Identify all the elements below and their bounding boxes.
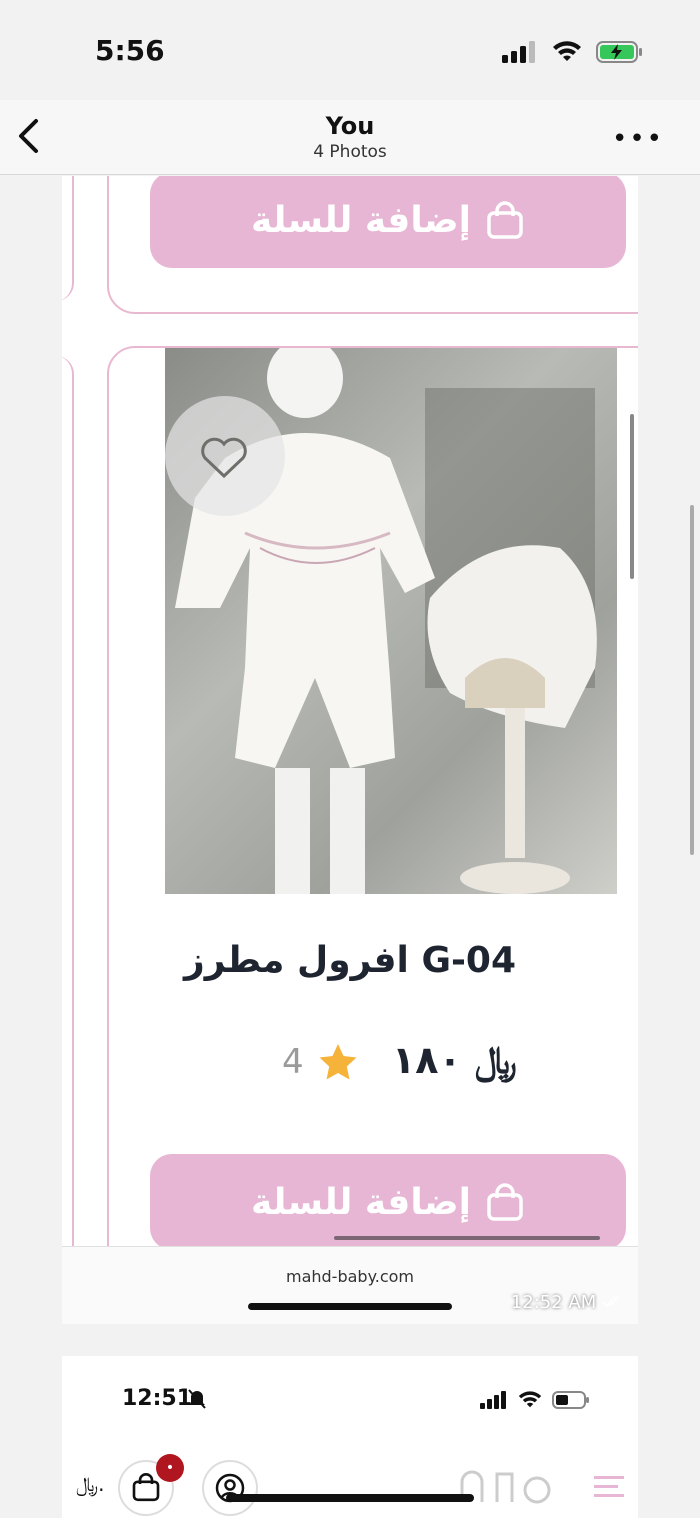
card-edge-left <box>62 356 74 1324</box>
photo-viewer-navbar: You 4 Photos ••• <box>0 100 700 175</box>
currency-symbol: ﷼ <box>474 1038 517 1082</box>
card-edge-left <box>62 176 74 301</box>
message-timestamp: 12:52 AM <box>511 1292 624 1313</box>
shopping-bag-icon <box>487 201 523 239</box>
status-bar: 5:56 <box>0 0 700 100</box>
home-indicator <box>248 1303 452 1310</box>
price-value: ١٨٠ <box>392 1038 462 1082</box>
price-rating-row: 4 ﷼ ١٨٠ <box>62 1036 638 1086</box>
photo2-status-icons <box>480 1390 590 1410</box>
app-header-bar: ﷼. • <box>72 1448 628 1518</box>
home-indicator <box>226 1494 474 1502</box>
product-image[interactable] <box>165 348 617 894</box>
url-text: mahd-baby.com <box>285 1267 415 1286</box>
account-button[interactable] <box>202 1460 258 1516</box>
wifi-icon <box>518 1391 542 1408</box>
product-price: ﷼ ١٨٠ <box>392 1038 517 1083</box>
cellular-signal-icon <box>502 41 535 63</box>
mute-bell-icon <box>188 1389 206 1409</box>
add-to-cart-button[interactable]: إضافة للسلة <box>150 176 626 268</box>
heart-icon[interactable] <box>199 436 249 480</box>
battery-icon <box>552 1391 589 1409</box>
shopping-bag-icon <box>487 1183 523 1221</box>
menu-icon[interactable] <box>592 1472 628 1502</box>
status-icons <box>502 40 644 64</box>
cellular-signal-icon <box>480 1391 506 1409</box>
star-icon <box>319 1044 357 1080</box>
shopping-bag-icon <box>132 1472 160 1502</box>
page-scroll-indicator <box>690 505 694 855</box>
nav-subtitle: 4 Photos <box>313 142 387 162</box>
wifi-icon <box>553 41 581 61</box>
double-check-icon <box>602 1295 620 1308</box>
cart-button[interactable]: • <box>118 1454 184 1516</box>
add-to-cart-label: إضافة للسلة <box>251 199 471 241</box>
shared-photo[interactable]: إضافة للسلة افرول مطرز G-04 4 ﷼ ١٨٠ إضاف… <box>62 176 638 1324</box>
product-name[interactable]: افرول مطرز G-04 <box>62 940 638 981</box>
battery-charging-icon <box>596 41 642 63</box>
more-options-icon[interactable]: ••• <box>612 124 664 154</box>
scroll-indicator <box>334 1236 600 1240</box>
nav-title: You <box>325 112 375 140</box>
brand-logo <box>460 1470 551 1504</box>
add-to-cart-label: إضافة للسلة <box>251 1181 471 1223</box>
currency-symbol: ﷼. <box>76 1472 105 1496</box>
photo2-status-time: 12:51 <box>122 1386 193 1411</box>
rating-value: 4 <box>282 1042 304 1082</box>
status-time: 5:56 <box>95 34 165 67</box>
cart-badge: • <box>156 1454 184 1482</box>
viewer-scroll-indicator <box>630 414 634 579</box>
